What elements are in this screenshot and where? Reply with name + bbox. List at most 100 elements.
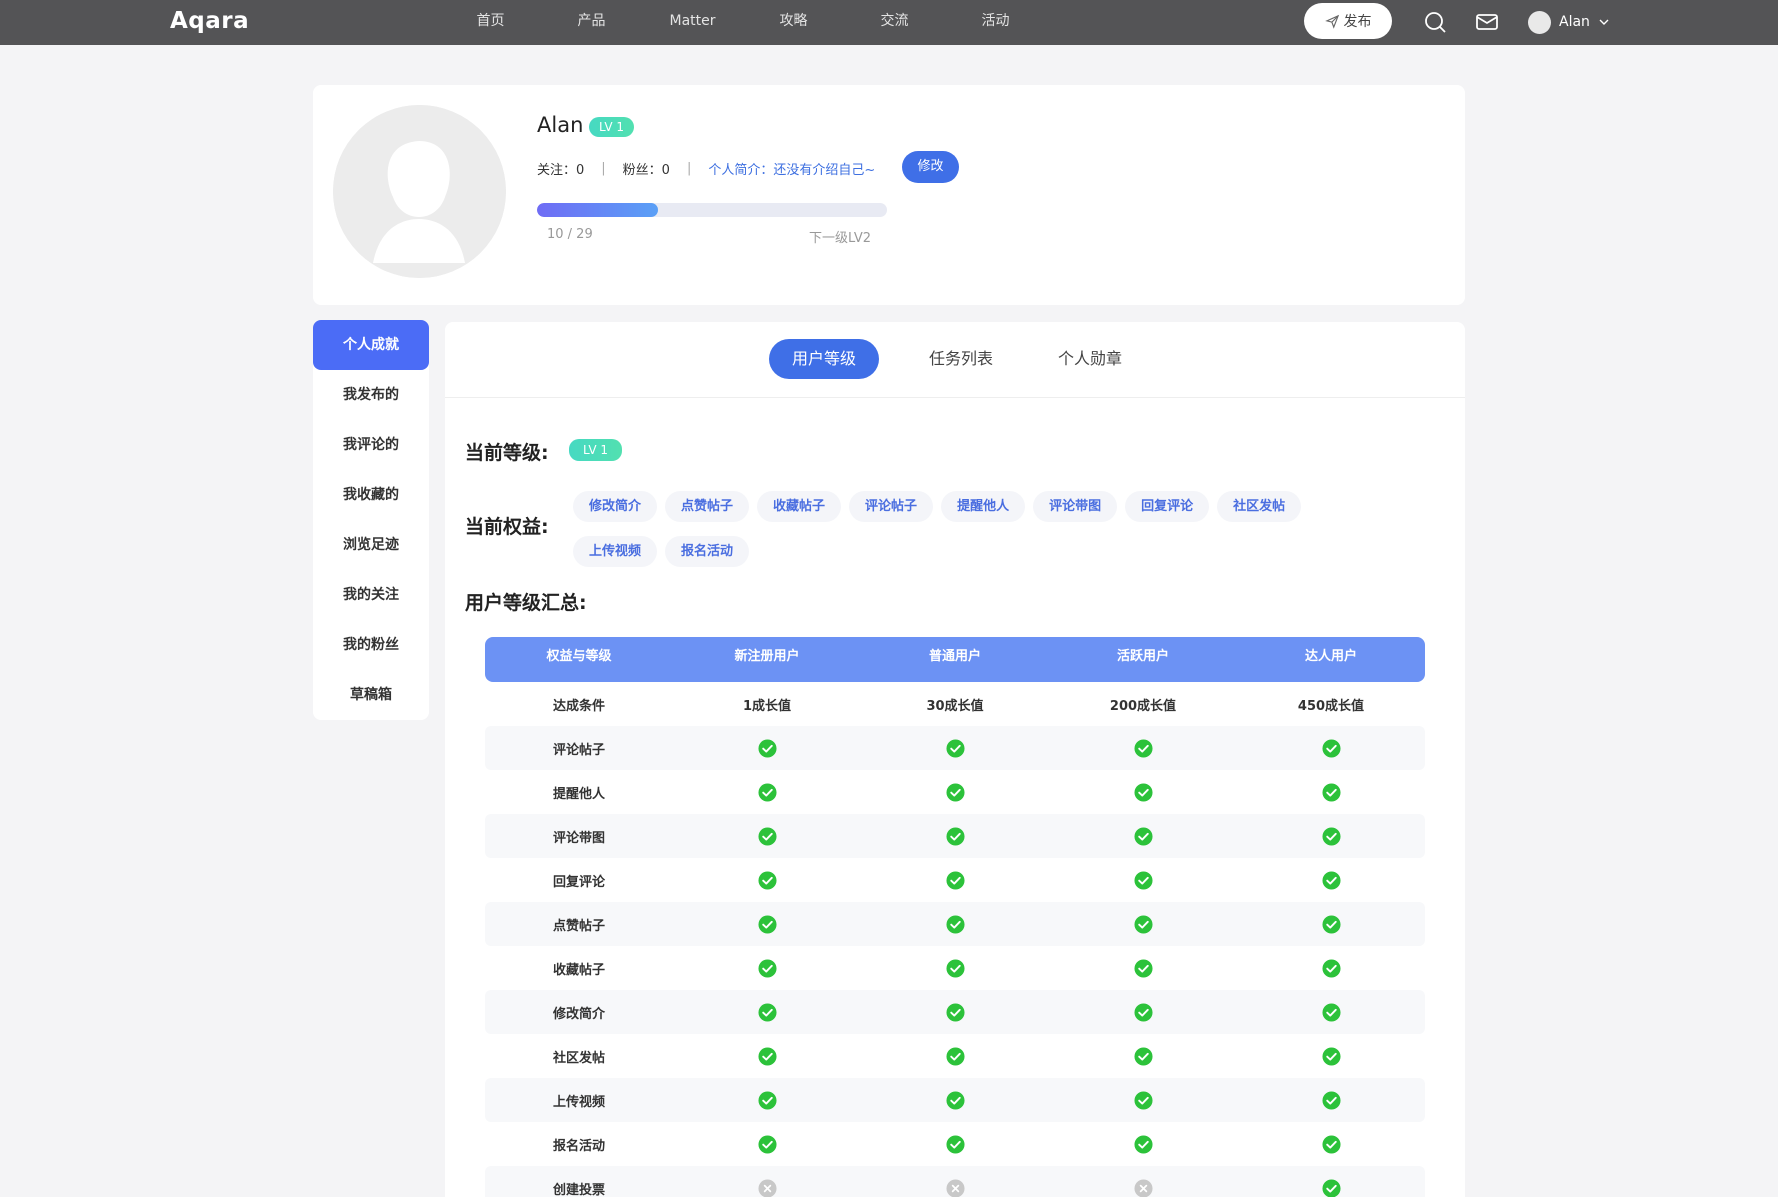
table-row: 回复评论 xyxy=(485,858,1425,902)
table-cell xyxy=(673,1002,861,1022)
table-cell xyxy=(1237,1090,1425,1110)
profile-bio: 个人简介：还没有介绍自己~ xyxy=(708,162,876,178)
level-progress-bar xyxy=(537,203,887,217)
check-circle-icon xyxy=(1321,1002,1341,1022)
table-row: 评论带图 xyxy=(485,814,1425,858)
check-circle-icon xyxy=(1321,826,1341,846)
table-row: 评论帖子 xyxy=(485,726,1425,770)
table-cell xyxy=(1237,870,1425,890)
sidebar-item-fans[interactable]: 我的粉丝 xyxy=(313,620,429,670)
check-circle-icon xyxy=(1321,782,1341,802)
check-circle-icon xyxy=(757,782,777,802)
mail-icon[interactable] xyxy=(1475,10,1499,34)
sidebar-item-following[interactable]: 我的关注 xyxy=(313,570,429,620)
table-cell xyxy=(861,1178,1049,1197)
table-cell xyxy=(1237,1134,1425,1154)
divider: | xyxy=(686,160,692,176)
column-header: 新注册用户 xyxy=(734,649,800,664)
publish-button[interactable]: 发布 xyxy=(1304,3,1392,39)
current-level-badge: LV 1 xyxy=(569,439,623,461)
right-chip: 上传视频 xyxy=(573,536,658,567)
nav-item-home[interactable]: 首页 xyxy=(440,0,541,45)
check-circle-icon xyxy=(1321,1134,1341,1154)
sidebar-item-my-favorites[interactable]: 我收藏的 xyxy=(313,470,429,520)
check-circle-icon xyxy=(1133,914,1153,934)
table-cell: 30成长值 xyxy=(926,698,984,714)
follow-count[interactable]: 关注：0 xyxy=(537,159,584,178)
check-circle-icon xyxy=(757,1090,777,1110)
column-header: 活跃用户 xyxy=(1116,649,1169,664)
table-cell xyxy=(1237,1178,1425,1197)
tab-task-list[interactable]: 任务列表 xyxy=(921,339,1001,379)
table-cell xyxy=(861,1090,1049,1110)
next-level-label: 下一级LV2 xyxy=(809,231,871,246)
table-cell xyxy=(673,1178,861,1197)
rights-list: 修改简介 点赞帖子 收藏帖子 评论帖子 提醒他人 评论带图 回复评论 社区发帖 上传视频 报名活动 xyxy=(573,491,1373,567)
check-circle-icon xyxy=(1321,1090,1341,1110)
right-chip: 评论带图 xyxy=(1033,491,1118,522)
check-circle-icon xyxy=(945,782,965,802)
check-circle-icon xyxy=(1321,1178,1341,1197)
user-menu[interactable]: Alan xyxy=(1528,9,1610,35)
table-cell: 评论帖子 xyxy=(552,742,605,758)
nav-item-guides[interactable]: 攻略 xyxy=(743,0,844,45)
tab-user-level[interactable]: 用户等级 xyxy=(769,339,879,379)
profile-stats: 关注：0 | 粉丝：0 | 个人简介：还没有介绍自己~ xyxy=(537,157,875,179)
aqara-logo[interactable]: Aqara xyxy=(170,8,249,34)
sidebar-item-my-comments[interactable]: 我评论的 xyxy=(313,420,429,470)
table-cell: 收藏帖子 xyxy=(552,962,605,978)
table-cell: 提醒他人 xyxy=(552,786,605,802)
check-circle-icon xyxy=(945,1002,965,1022)
table-row: 修改简介 xyxy=(485,990,1425,1034)
publish-label: 发布 xyxy=(1343,14,1372,30)
check-circle-icon xyxy=(1133,782,1153,802)
level-progress-fill xyxy=(537,203,658,217)
check-circle-icon xyxy=(1133,1090,1153,1110)
check-circle-icon xyxy=(945,738,965,758)
right-chip: 回复评论 xyxy=(1125,491,1210,522)
sidebar-item-drafts[interactable]: 草稿箱 xyxy=(313,670,429,720)
check-circle-icon xyxy=(945,914,965,934)
cross-circle-icon xyxy=(945,1178,965,1197)
sidebar-item-my-posts[interactable]: 我发布的 xyxy=(313,370,429,420)
table-body: 评论帖子 提醒他人 评论带图 回复评论 点赞帖子 收藏帖子 修改简介 社区发帖 上传视频 报名活动… xyxy=(485,726,1425,1197)
check-circle-icon xyxy=(1321,914,1341,934)
profile-card: Alan LV 1 关注：0 | 粉丝：0 | 个人简介：还没有介绍自己~ 修改… xyxy=(313,85,1465,305)
cross-circle-icon xyxy=(1133,1178,1153,1197)
nav-item-community[interactable]: 交流 xyxy=(844,0,945,45)
table-cell xyxy=(1049,958,1237,978)
right-chip: 修改简介 xyxy=(573,491,658,522)
sidebar-item-history[interactable]: 浏览足迹 xyxy=(313,520,429,570)
nav-item-matter[interactable]: Matter xyxy=(642,0,743,45)
check-circle-icon xyxy=(1321,958,1341,978)
sidebar-item-achievements[interactable]: 个人成就 xyxy=(313,320,429,370)
table-cell xyxy=(1049,782,1237,802)
check-circle-icon xyxy=(1133,738,1153,758)
right-chip: 报名活动 xyxy=(665,536,750,567)
search-icon[interactable] xyxy=(1423,10,1447,34)
check-circle-icon xyxy=(945,1090,965,1110)
check-circle-icon xyxy=(1133,1046,1153,1066)
table-cell: 450成长值 xyxy=(1297,698,1365,714)
profile-avatar[interactable] xyxy=(333,105,506,278)
table-cell xyxy=(861,826,1049,846)
nav-item-products[interactable]: 产品 xyxy=(541,0,642,45)
nav-item-events[interactable]: 活动 xyxy=(945,0,1046,45)
table-cell: 点赞帖子 xyxy=(552,918,605,934)
table-cell: 上传视频 xyxy=(552,1094,605,1110)
check-circle-icon xyxy=(757,914,777,934)
table-cell xyxy=(673,1134,861,1154)
table-row: 上传视频 xyxy=(485,1078,1425,1122)
fans-count[interactable]: 粉丝：0 xyxy=(623,159,670,178)
table-cell xyxy=(673,782,861,802)
table-cell xyxy=(1049,1090,1237,1110)
table-cell xyxy=(861,738,1049,758)
top-navbar: Aqara 首页 产品 Matter 攻略 交流 活动 发布 Alan xyxy=(0,0,1778,45)
edit-bio-button[interactable]: 修改 xyxy=(902,151,959,183)
tab-badges[interactable]: 个人勋章 xyxy=(1050,339,1130,379)
right-chip: 评论帖子 xyxy=(849,491,934,522)
check-circle-icon xyxy=(1321,870,1341,890)
table-cell xyxy=(673,870,861,890)
table-cell xyxy=(1237,1046,1425,1066)
table-cell xyxy=(1237,958,1425,978)
